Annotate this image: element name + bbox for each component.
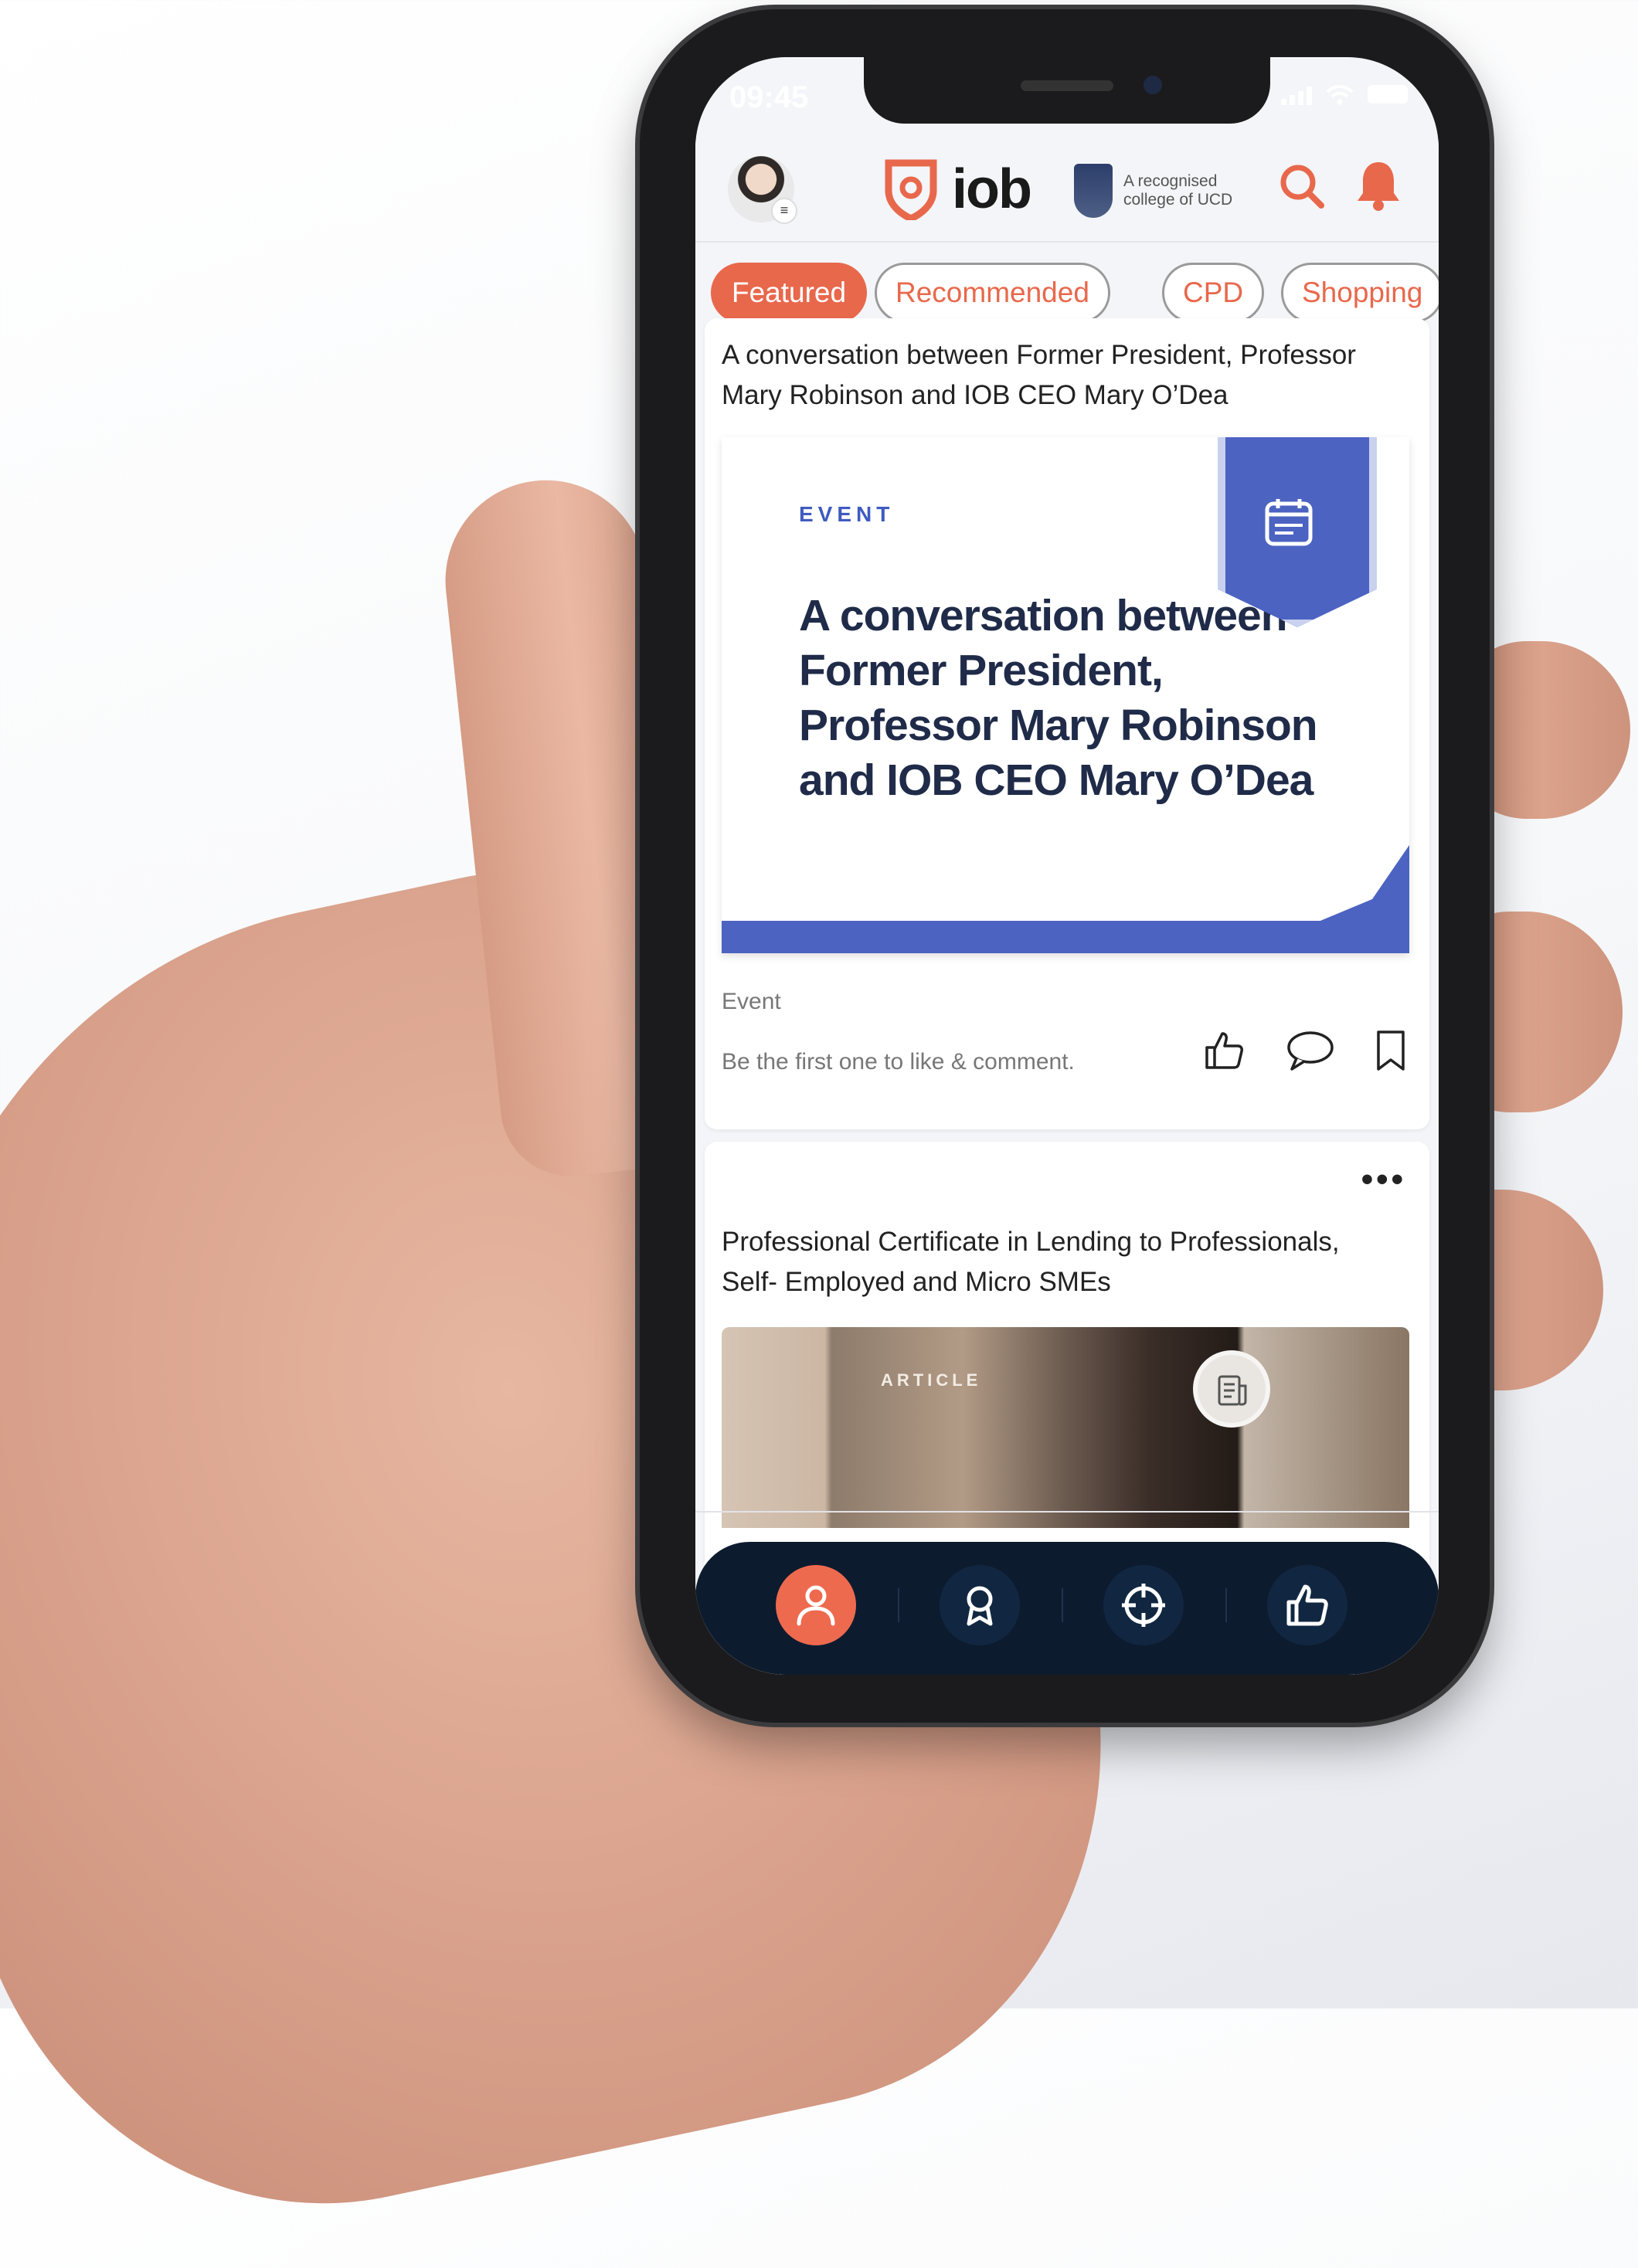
nav-separator <box>1225 1588 1227 1622</box>
tab-featured[interactable]: Featured <box>711 263 868 323</box>
ucd-badge: A recognised college of UCD <box>1074 164 1239 218</box>
decorative-band <box>722 921 1409 953</box>
shield-icon <box>885 159 937 220</box>
bell-icon[interactable] <box>1354 158 1403 212</box>
decorative-curve <box>1317 845 1409 922</box>
profile-icon <box>797 1585 835 1626</box>
ucd-tagline-line2: college of UCD <box>1123 191 1233 209</box>
thumbs-up-icon[interactable] <box>1202 1029 1245 1072</box>
card-category: Event <box>722 989 781 1014</box>
divider <box>695 1511 1439 1513</box>
feed-card[interactable]: A conversation between Former President,… <box>705 318 1429 1129</box>
nav-profile[interactable] <box>776 1565 856 1645</box>
nav-separator <box>898 1588 899 1622</box>
category-tabs: Featured Recommended CPD Shopping <box>695 241 1439 328</box>
nav-likes[interactable] <box>1267 1565 1347 1645</box>
feed: A conversation between Former President,… <box>695 318 1439 1675</box>
article-image[interactable]: ARTICLE <box>722 1327 1409 1528</box>
brand-wordmark: iob <box>952 158 1032 220</box>
card-title[interactable]: A conversation between Former President,… <box>722 335 1402 416</box>
nav-discover[interactable] <box>1103 1565 1184 1645</box>
speaker <box>1021 80 1113 91</box>
image-kicker: EVENT <box>799 502 895 526</box>
target-icon <box>1122 1584 1165 1627</box>
image-headline: A conversation between Former President,… <box>799 591 1318 805</box>
wifi-icon <box>1326 85 1354 105</box>
image-kicker: ARTICLE <box>881 1370 982 1390</box>
battery-icon <box>1368 85 1408 104</box>
card-title[interactable]: Professional Certificate in Lending to P… <box>722 1222 1402 1302</box>
article-badge <box>1193 1350 1270 1428</box>
tab-shopping[interactable]: Shopping <box>1281 263 1439 323</box>
document-icon <box>1218 1375 1247 1406</box>
menu-icon[interactable]: ≡ <box>771 198 797 224</box>
status-time: 09:45 <box>729 80 809 114</box>
comment-icon[interactable] <box>1286 1029 1335 1072</box>
bottom-nav <box>695 1542 1439 1675</box>
tab-cpd[interactable]: CPD <box>1162 263 1265 323</box>
app-header: ≡ iob A recognised college of UCD <box>695 141 1439 238</box>
thumbs-up-icon <box>1286 1584 1328 1626</box>
nav-awards[interactable] <box>940 1565 1020 1645</box>
ucd-tagline-line1: A recognised <box>1123 172 1218 190</box>
phone-screen: 09:45 ≡ iob A recognised college of UCD … <box>695 57 1439 1675</box>
event-image[interactable]: EVENT A conversation between Former Pres… <box>722 437 1409 953</box>
card-actions <box>1202 1029 1406 1072</box>
nav-separator <box>1062 1588 1063 1622</box>
avatar[interactable]: ≡ <box>728 156 797 224</box>
bookmark-icon[interactable] <box>1375 1029 1406 1072</box>
ucd-tagline: A recognised college of UCD <box>1123 172 1239 209</box>
phone-frame: 09:45 ≡ iob A recognised college of UCD … <box>640 9 1490 1723</box>
award-icon <box>967 1586 993 1626</box>
ucd-crest-icon <box>1074 164 1113 218</box>
iob-logo: iob <box>884 158 1032 221</box>
notch <box>864 57 1270 124</box>
front-camera <box>1144 76 1162 94</box>
calendar-icon <box>1265 499 1313 546</box>
ribbon-badge <box>1218 437 1377 627</box>
tab-recommended[interactable]: Recommended <box>875 263 1110 323</box>
more-icon[interactable]: ••• <box>1361 1160 1406 1199</box>
search-icon[interactable] <box>1276 161 1327 212</box>
engagement-prompt: Be the first one to like & comment. <box>722 1049 1075 1075</box>
signal-icon <box>1281 85 1312 105</box>
